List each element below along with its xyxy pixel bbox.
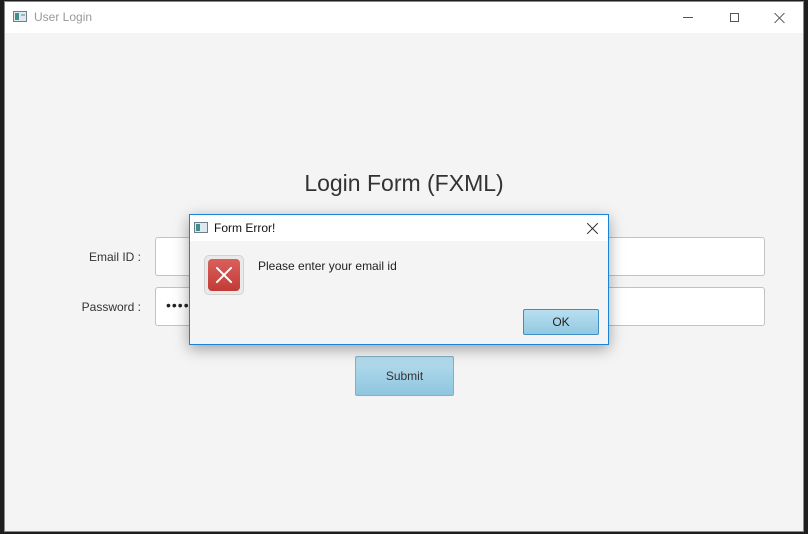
close-icon bbox=[774, 12, 786, 24]
dialog-titlebar[interactable]: Form Error! bbox=[190, 215, 608, 241]
submit-button[interactable]: Submit bbox=[355, 356, 454, 396]
dialog-message: Please enter your email id bbox=[258, 259, 397, 273]
window-title: User Login bbox=[34, 10, 93, 24]
minimize-icon bbox=[683, 17, 693, 18]
minimize-button[interactable] bbox=[665, 2, 711, 33]
app-window-icon bbox=[13, 11, 27, 22]
page-title: Login Form (FXML) bbox=[304, 170, 504, 196]
maximize-icon bbox=[729, 13, 739, 22]
dialog-close-button[interactable] bbox=[578, 215, 608, 241]
password-label: Password : bbox=[81, 300, 141, 314]
email-label: Email ID : bbox=[88, 250, 141, 264]
error-icon bbox=[204, 255, 244, 295]
error-dialog: Form Error! Please enter your email id O… bbox=[189, 214, 609, 345]
ok-button[interactable]: OK bbox=[523, 309, 599, 335]
password-value: •••• bbox=[166, 297, 190, 313]
window-titlebar[interactable]: User Login bbox=[5, 2, 803, 33]
error-x-mark bbox=[208, 259, 240, 291]
close-icon bbox=[587, 222, 599, 234]
close-button[interactable] bbox=[757, 2, 803, 33]
maximize-button[interactable] bbox=[711, 2, 757, 33]
dialog-title: Form Error! bbox=[214, 221, 276, 235]
dialog-window-icon bbox=[194, 222, 208, 233]
